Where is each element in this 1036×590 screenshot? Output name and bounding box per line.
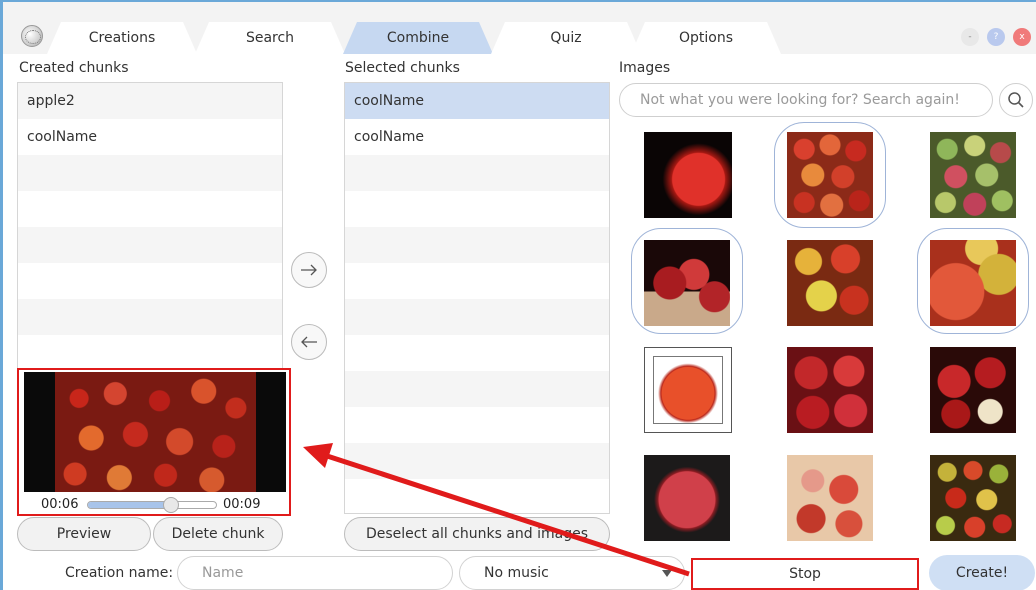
annotation-arrow-head xyxy=(303,443,333,468)
annotation-arrow-line xyxy=(320,451,690,577)
app-window: Creations Search Combine Quiz Options - … xyxy=(0,0,1036,590)
annotation-arrow xyxy=(303,443,690,577)
